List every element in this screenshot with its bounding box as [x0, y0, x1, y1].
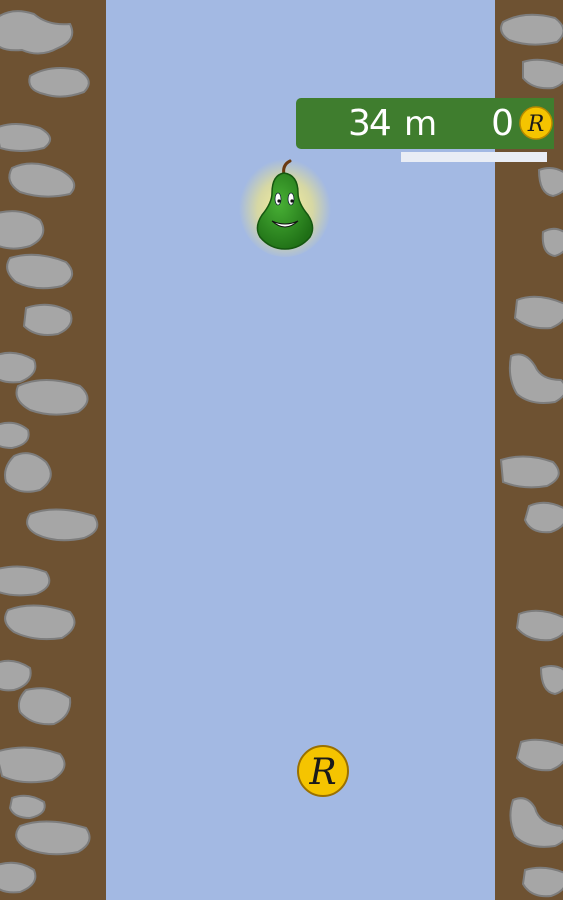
- hud-panel: 34 m 0 R: [296, 98, 554, 149]
- left-rock-wall: [0, 0, 106, 900]
- coin-icon: R: [519, 106, 553, 140]
- progress-bar: [401, 152, 547, 162]
- game-canvas[interactable]: 34 m 0 R R: [0, 0, 563, 900]
- coin-icon-letter: R: [527, 112, 545, 137]
- pear-icon: [239, 157, 331, 257]
- coin-count: 0: [491, 103, 514, 144]
- distance-unit: m: [404, 104, 438, 144]
- progress-bar-fill: [401, 152, 547, 162]
- coin-letter: R: [308, 752, 336, 793]
- distance-value: 34: [348, 103, 392, 144]
- coin-pickup: R: [297, 745, 349, 797]
